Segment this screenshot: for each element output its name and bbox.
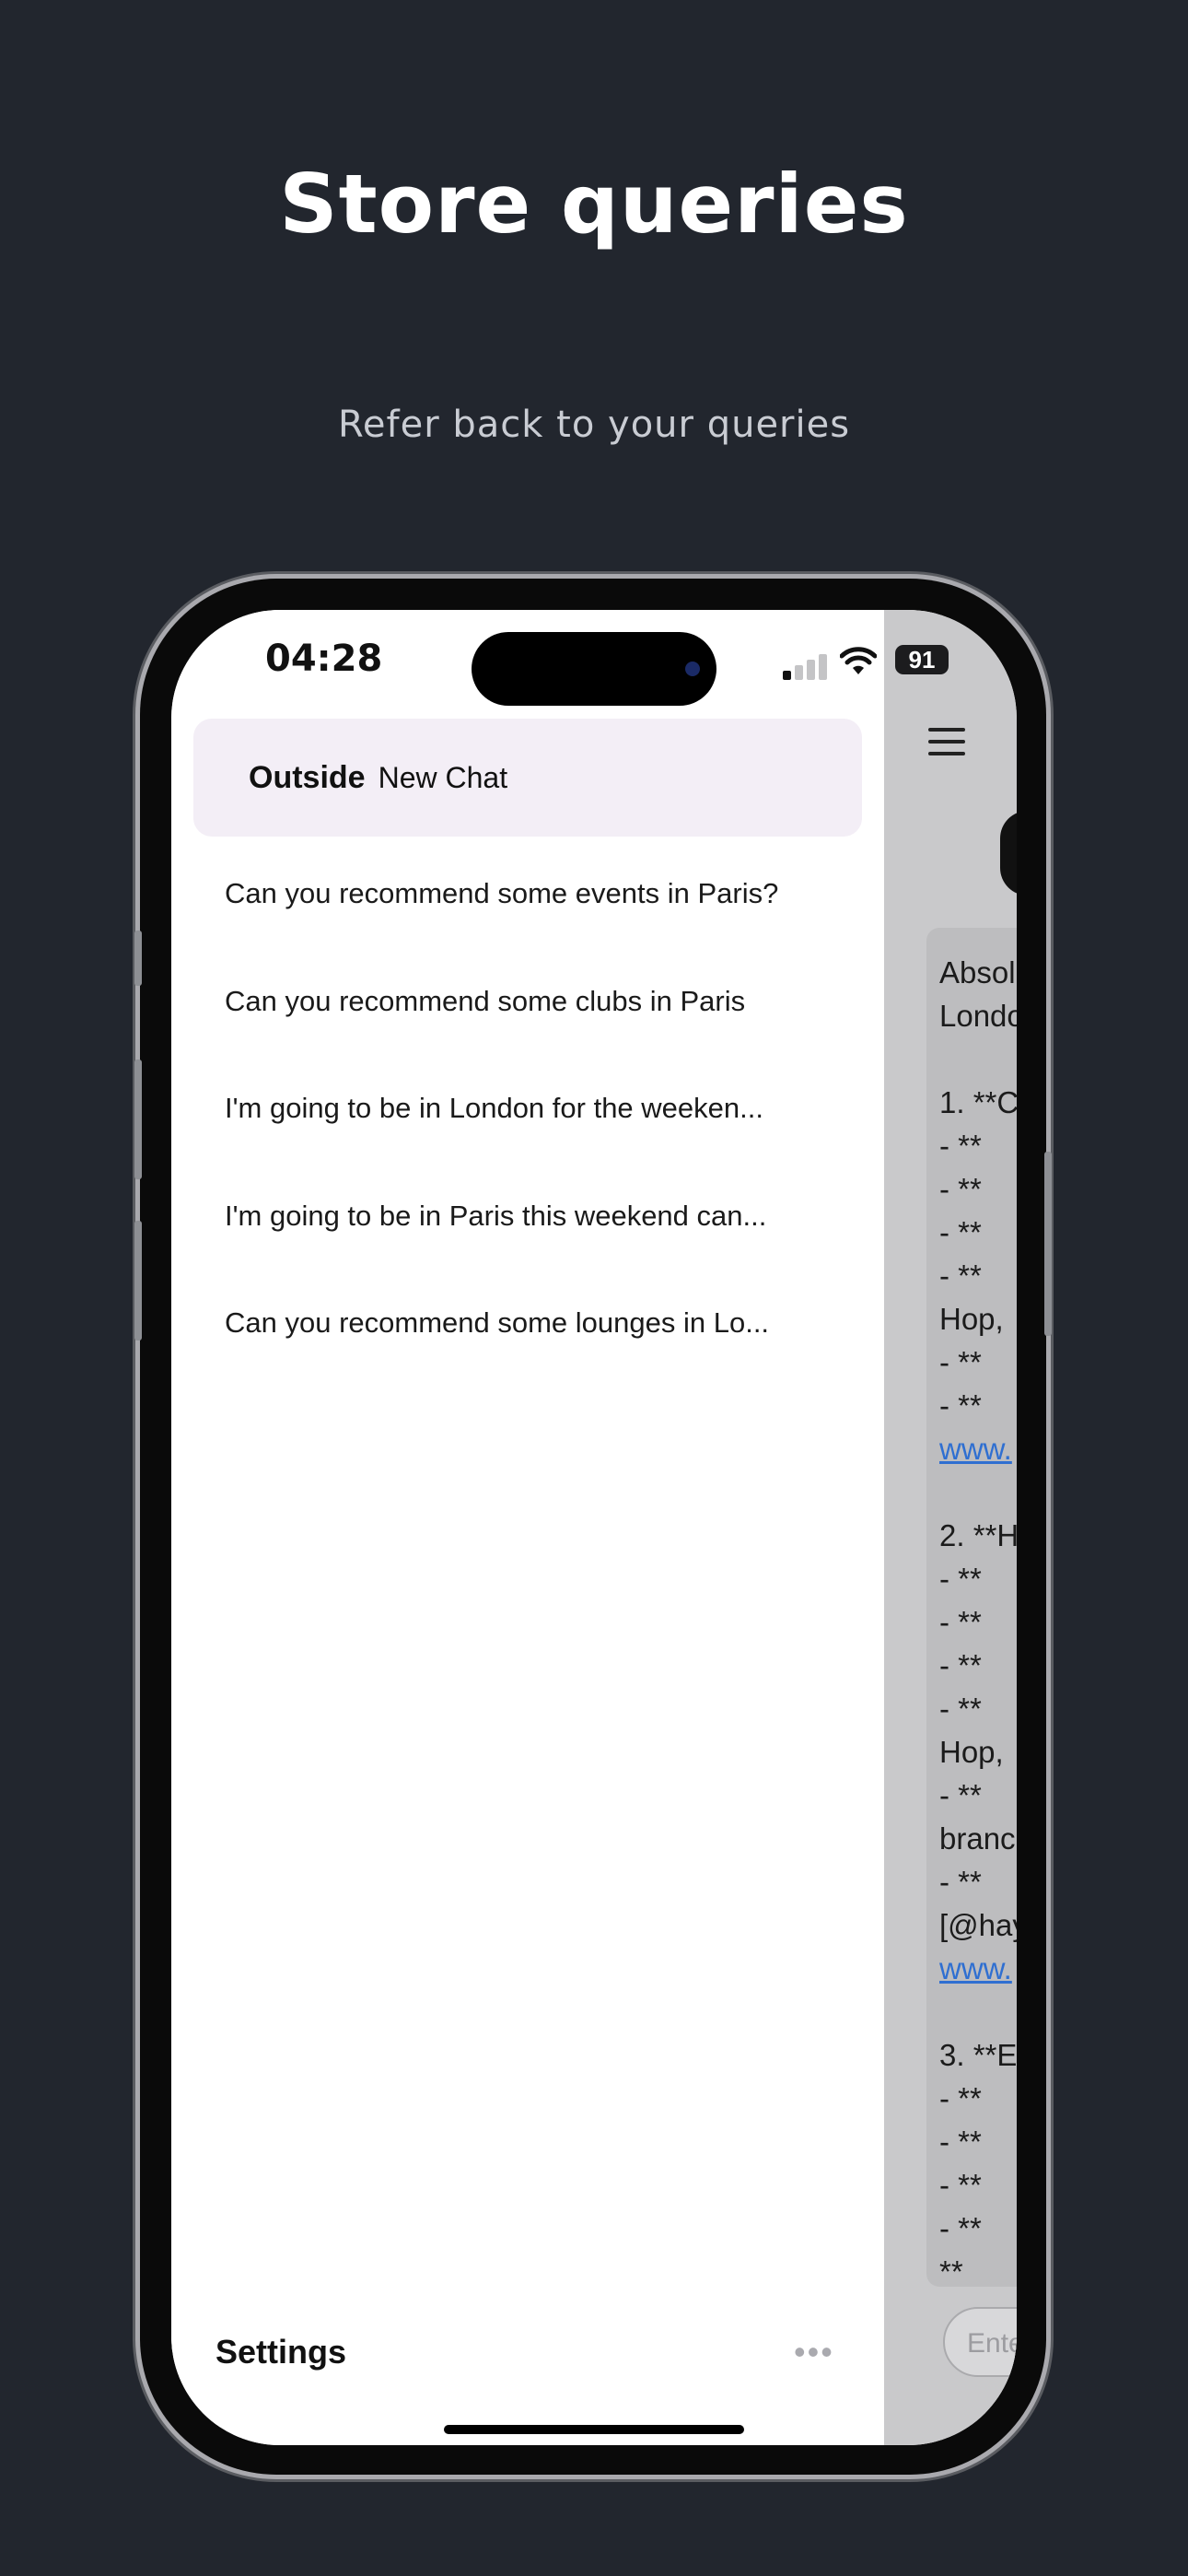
more-options-icon[interactable]: ••• [794,2333,834,2371]
brand-name: Outside [249,759,366,795]
chat-line: - ** [939,1259,982,1293]
chat-line: - ** [939,2211,982,2245]
chat-line: - ** [939,1778,982,1812]
home-indicator [444,2425,744,2434]
side-button-power [1044,1152,1052,1336]
query-item[interactable]: I'm going to be in London for the weeken… [225,1081,851,1136]
chat-line [939,1990,1017,2033]
signal-icon [783,652,829,680]
settings-button[interactable]: Settings [215,2333,346,2371]
chat-line: - ** [939,1648,982,1682]
chat-line: 1. **C [939,1085,1017,1119]
chat-line: ** [939,2254,963,2289]
chat-line: - ** [939,1345,982,1379]
chat-line: - ** [939,1605,982,1639]
chat-line: - ** [939,2168,982,2202]
chat-line: Hop, [939,1302,1004,1336]
chat-line: - ** [939,1692,982,1726]
camera-icon [685,662,700,676]
sidebar-drawer: 04:28 91 Outside New Chat Can you recomm… [171,610,949,2445]
side-button-volume-up [134,1060,142,1179]
query-item[interactable]: I'm going to be in Paris this weekend ca… [225,1188,851,1244]
promo-title: Store queries [279,157,909,252]
query-item[interactable]: Can you recommend some events in Paris? [225,866,851,921]
side-button-volume-down [134,1221,142,1341]
chat-line: - ** [939,2081,982,2115]
menu-icon[interactable] [928,728,965,755]
chat-line: - ** [939,1388,982,1423]
chat-line: www. [939,1951,1012,1985]
wifi-icon [839,647,878,683]
chat-line: - ** [939,1865,982,1899]
phone-screen: Absol Londo 1. **C - ** - ** - ** - ** Hop,… [171,610,1017,2445]
new-chat-button[interactable]: Outside New Chat [193,719,862,837]
query-item[interactable]: Can you recommend some lounges in Lo... [225,1295,851,1351]
chat-line [939,1470,1017,1514]
chat-line: - ** [939,1129,982,1163]
chat-input[interactable]: Ente [943,2307,1017,2377]
dynamic-island [472,632,716,706]
chat-line: - ** [939,1172,982,1206]
chat-line: 3. **E [939,2038,1017,2072]
status-time: 04:28 [265,638,383,680]
chat-line: Hop, [939,1735,1004,1769]
battery-icon: 91 [895,645,949,674]
chat-line: Absol [939,955,1016,989]
chat-line: branc [939,1821,1016,1856]
chat-line [939,1037,1017,1081]
new-chat-label: New Chat [378,760,508,794]
chat-message-text: Absol Londo 1. **C - ** - ** - ** - ** Hop,… [939,951,1017,2293]
chat-line: - ** [939,2125,982,2159]
chat-line: [@hay [939,1908,1017,1942]
chat-line: www. [939,1432,1012,1466]
promo-subtitle: Refer back to your queries [337,404,851,446]
side-button-mute [134,931,142,986]
chat-line: 2. **H [939,1518,1017,1552]
chat-line: - ** [939,1562,982,1596]
query-item[interactable]: Can you recommend some clubs in Paris [225,974,851,1029]
chat-line: Londo [939,999,1017,1033]
chat-line: - ** [939,1215,982,1249]
